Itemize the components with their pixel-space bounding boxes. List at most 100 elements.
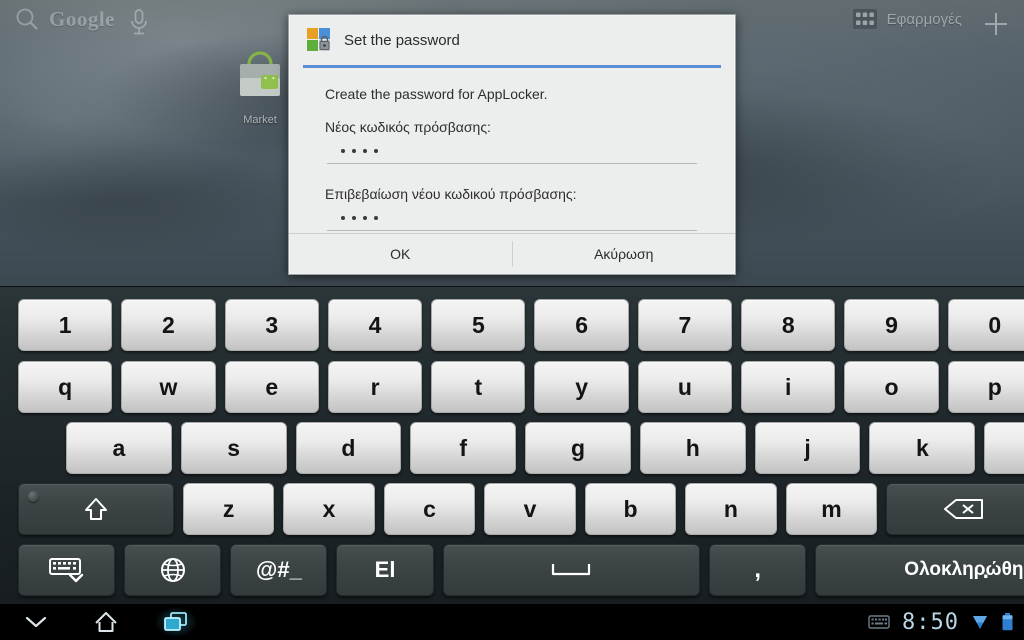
done-key-label: Ολοκληρώθηκε xyxy=(904,559,1024,580)
ok-button[interactable]: OK xyxy=(289,234,512,274)
battery-icon xyxy=(1002,613,1013,631)
dialog-button-row: OK Ακύρωση xyxy=(289,233,735,274)
home-icon xyxy=(95,612,117,632)
done-key[interactable]: . Ολοκληρώθηκε xyxy=(815,544,1024,596)
dialog-body: Create the password for AppLocker. Νέος … xyxy=(289,68,735,231)
cancel-button[interactable]: Ακύρωση xyxy=(513,234,736,274)
key-d[interactable]: d xyxy=(295,422,402,474)
key-j[interactable]: j xyxy=(754,422,861,474)
key-7[interactable]: 7 xyxy=(637,299,733,351)
plus-icon xyxy=(985,13,1007,35)
keyboard-row-qwerty: q w e r t y u i o p xyxy=(0,361,1024,413)
desktop-icon-market[interactable]: Market xyxy=(228,48,292,126)
apps-grid-icon xyxy=(852,9,877,29)
language-globe-key[interactable] xyxy=(124,544,222,596)
key-p[interactable]: p xyxy=(947,361,1024,413)
key-f[interactable]: f xyxy=(410,422,517,474)
keyboard-row-zxcv: z x c v b n m xyxy=(0,483,1024,535)
applocker-padlock-icon xyxy=(307,28,330,51)
key-e[interactable]: e xyxy=(224,361,319,413)
apps-label: Εφαρμογές xyxy=(886,10,962,28)
key-h[interactable]: h xyxy=(639,422,746,474)
android-tablet-screen: Google Εφαρμογές Market Set the password… xyxy=(0,0,1024,640)
key-1[interactable]: 1 xyxy=(18,299,113,351)
key-o[interactable]: o xyxy=(844,361,939,413)
shift-key[interactable] xyxy=(18,483,174,535)
shift-indicator-dot xyxy=(28,491,39,502)
key-0[interactable]: 0 xyxy=(947,299,1024,351)
key-m[interactable]: m xyxy=(785,483,878,535)
space-bar-icon xyxy=(552,564,591,576)
key-r[interactable]: r xyxy=(327,361,423,413)
symbols-key[interactable]: @#_ xyxy=(230,544,328,596)
onscreen-keyboard: 1 2 3 4 5 6 7 8 9 0 q w e r t y u i o p … xyxy=(0,286,1024,605)
confirm-password-input[interactable] xyxy=(327,205,697,231)
voice-search-button[interactable] xyxy=(128,8,150,41)
key-k[interactable]: k xyxy=(869,422,976,474)
key-9[interactable]: 9 xyxy=(844,299,939,351)
keyboard-row-asdf: a s d f g h j k l xyxy=(0,422,1024,474)
home-button[interactable] xyxy=(84,606,128,638)
dialog-message: Create the password for AppLocker. xyxy=(325,86,548,102)
key-z[interactable]: z xyxy=(182,483,275,535)
key-8[interactable]: 8 xyxy=(741,299,836,351)
new-password-masked-value xyxy=(341,148,378,153)
key-4[interactable]: 4 xyxy=(327,299,423,351)
android-market-bag-icon xyxy=(240,51,280,96)
new-password-input[interactable] xyxy=(327,138,697,164)
key-i[interactable]: i xyxy=(741,361,836,413)
new-password-label: Νέος κωδικός πρόσβασης: xyxy=(325,119,491,135)
key-t[interactable]: t xyxy=(431,361,526,413)
greek-layout-key[interactable]: El xyxy=(336,544,434,596)
keyboard-status-icon[interactable] xyxy=(868,614,890,630)
confirm-password-label: Επιβεβαίωση νέου κωδικού πρόσβασης: xyxy=(325,186,577,202)
hide-keyboard-key[interactable] xyxy=(18,544,116,596)
key-w[interactable]: w xyxy=(121,361,216,413)
backspace-key[interactable] xyxy=(886,483,1024,535)
key-n[interactable]: n xyxy=(685,483,777,535)
chevron-down-back-icon xyxy=(25,616,47,628)
microphone-icon xyxy=(131,9,147,35)
key-2[interactable]: 2 xyxy=(121,299,216,351)
key-u[interactable]: u xyxy=(637,361,733,413)
dialog-titlebar: Set the password xyxy=(289,15,735,61)
key-a[interactable]: a xyxy=(66,422,172,474)
key-y[interactable]: y xyxy=(534,361,629,413)
wifi-signal-icon xyxy=(973,616,987,629)
key-c[interactable]: c xyxy=(383,483,476,535)
system-nav-buttons xyxy=(14,604,198,640)
space-key[interactable] xyxy=(442,544,701,596)
key-b[interactable]: b xyxy=(584,483,677,535)
backspace-icon xyxy=(944,499,984,519)
keyboard-row-bottom: @#_ El , . Ολοκληρώθηκε xyxy=(0,544,1024,596)
key-l[interactable]: l xyxy=(984,422,1024,474)
recent-apps-button[interactable] xyxy=(154,606,198,638)
customize-home-button[interactable] xyxy=(982,10,1010,43)
comma-key[interactable]: , xyxy=(709,544,807,596)
set-password-dialog: Set the password Create the password for… xyxy=(288,14,736,275)
key-g[interactable]: g xyxy=(525,422,631,474)
key-3[interactable]: 3 xyxy=(224,299,319,351)
recent-apps-icon xyxy=(164,612,187,631)
key-q[interactable]: q xyxy=(18,361,113,413)
shift-up-arrow-icon xyxy=(84,498,107,520)
key-5[interactable]: 5 xyxy=(431,299,526,351)
google-logo-text: Google xyxy=(49,6,115,31)
hide-keyboard-icon xyxy=(48,558,83,583)
google-search-widget[interactable]: Google xyxy=(14,6,115,32)
key-6[interactable]: 6 xyxy=(534,299,629,351)
confirm-password-masked-value xyxy=(341,215,378,220)
globe-icon xyxy=(160,558,185,582)
keyboard-row-numbers: 1 2 3 4 5 6 7 8 9 0 xyxy=(0,299,1024,351)
desktop-icon-label: Market xyxy=(243,114,277,126)
dialog-title: Set the password xyxy=(344,31,460,49)
clock: 8:50 xyxy=(902,609,959,635)
key-v[interactable]: v xyxy=(484,483,576,535)
key-s[interactable]: s xyxy=(180,422,287,474)
magnifier-icon xyxy=(16,8,38,30)
key-x[interactable]: x xyxy=(283,483,375,535)
back-button[interactable] xyxy=(14,606,58,638)
system-status-icons: 8:50 xyxy=(868,604,1014,640)
system-navigation-bar: 8:50 xyxy=(0,604,1024,640)
apps-button[interactable]: Εφαρμογές xyxy=(852,9,962,29)
